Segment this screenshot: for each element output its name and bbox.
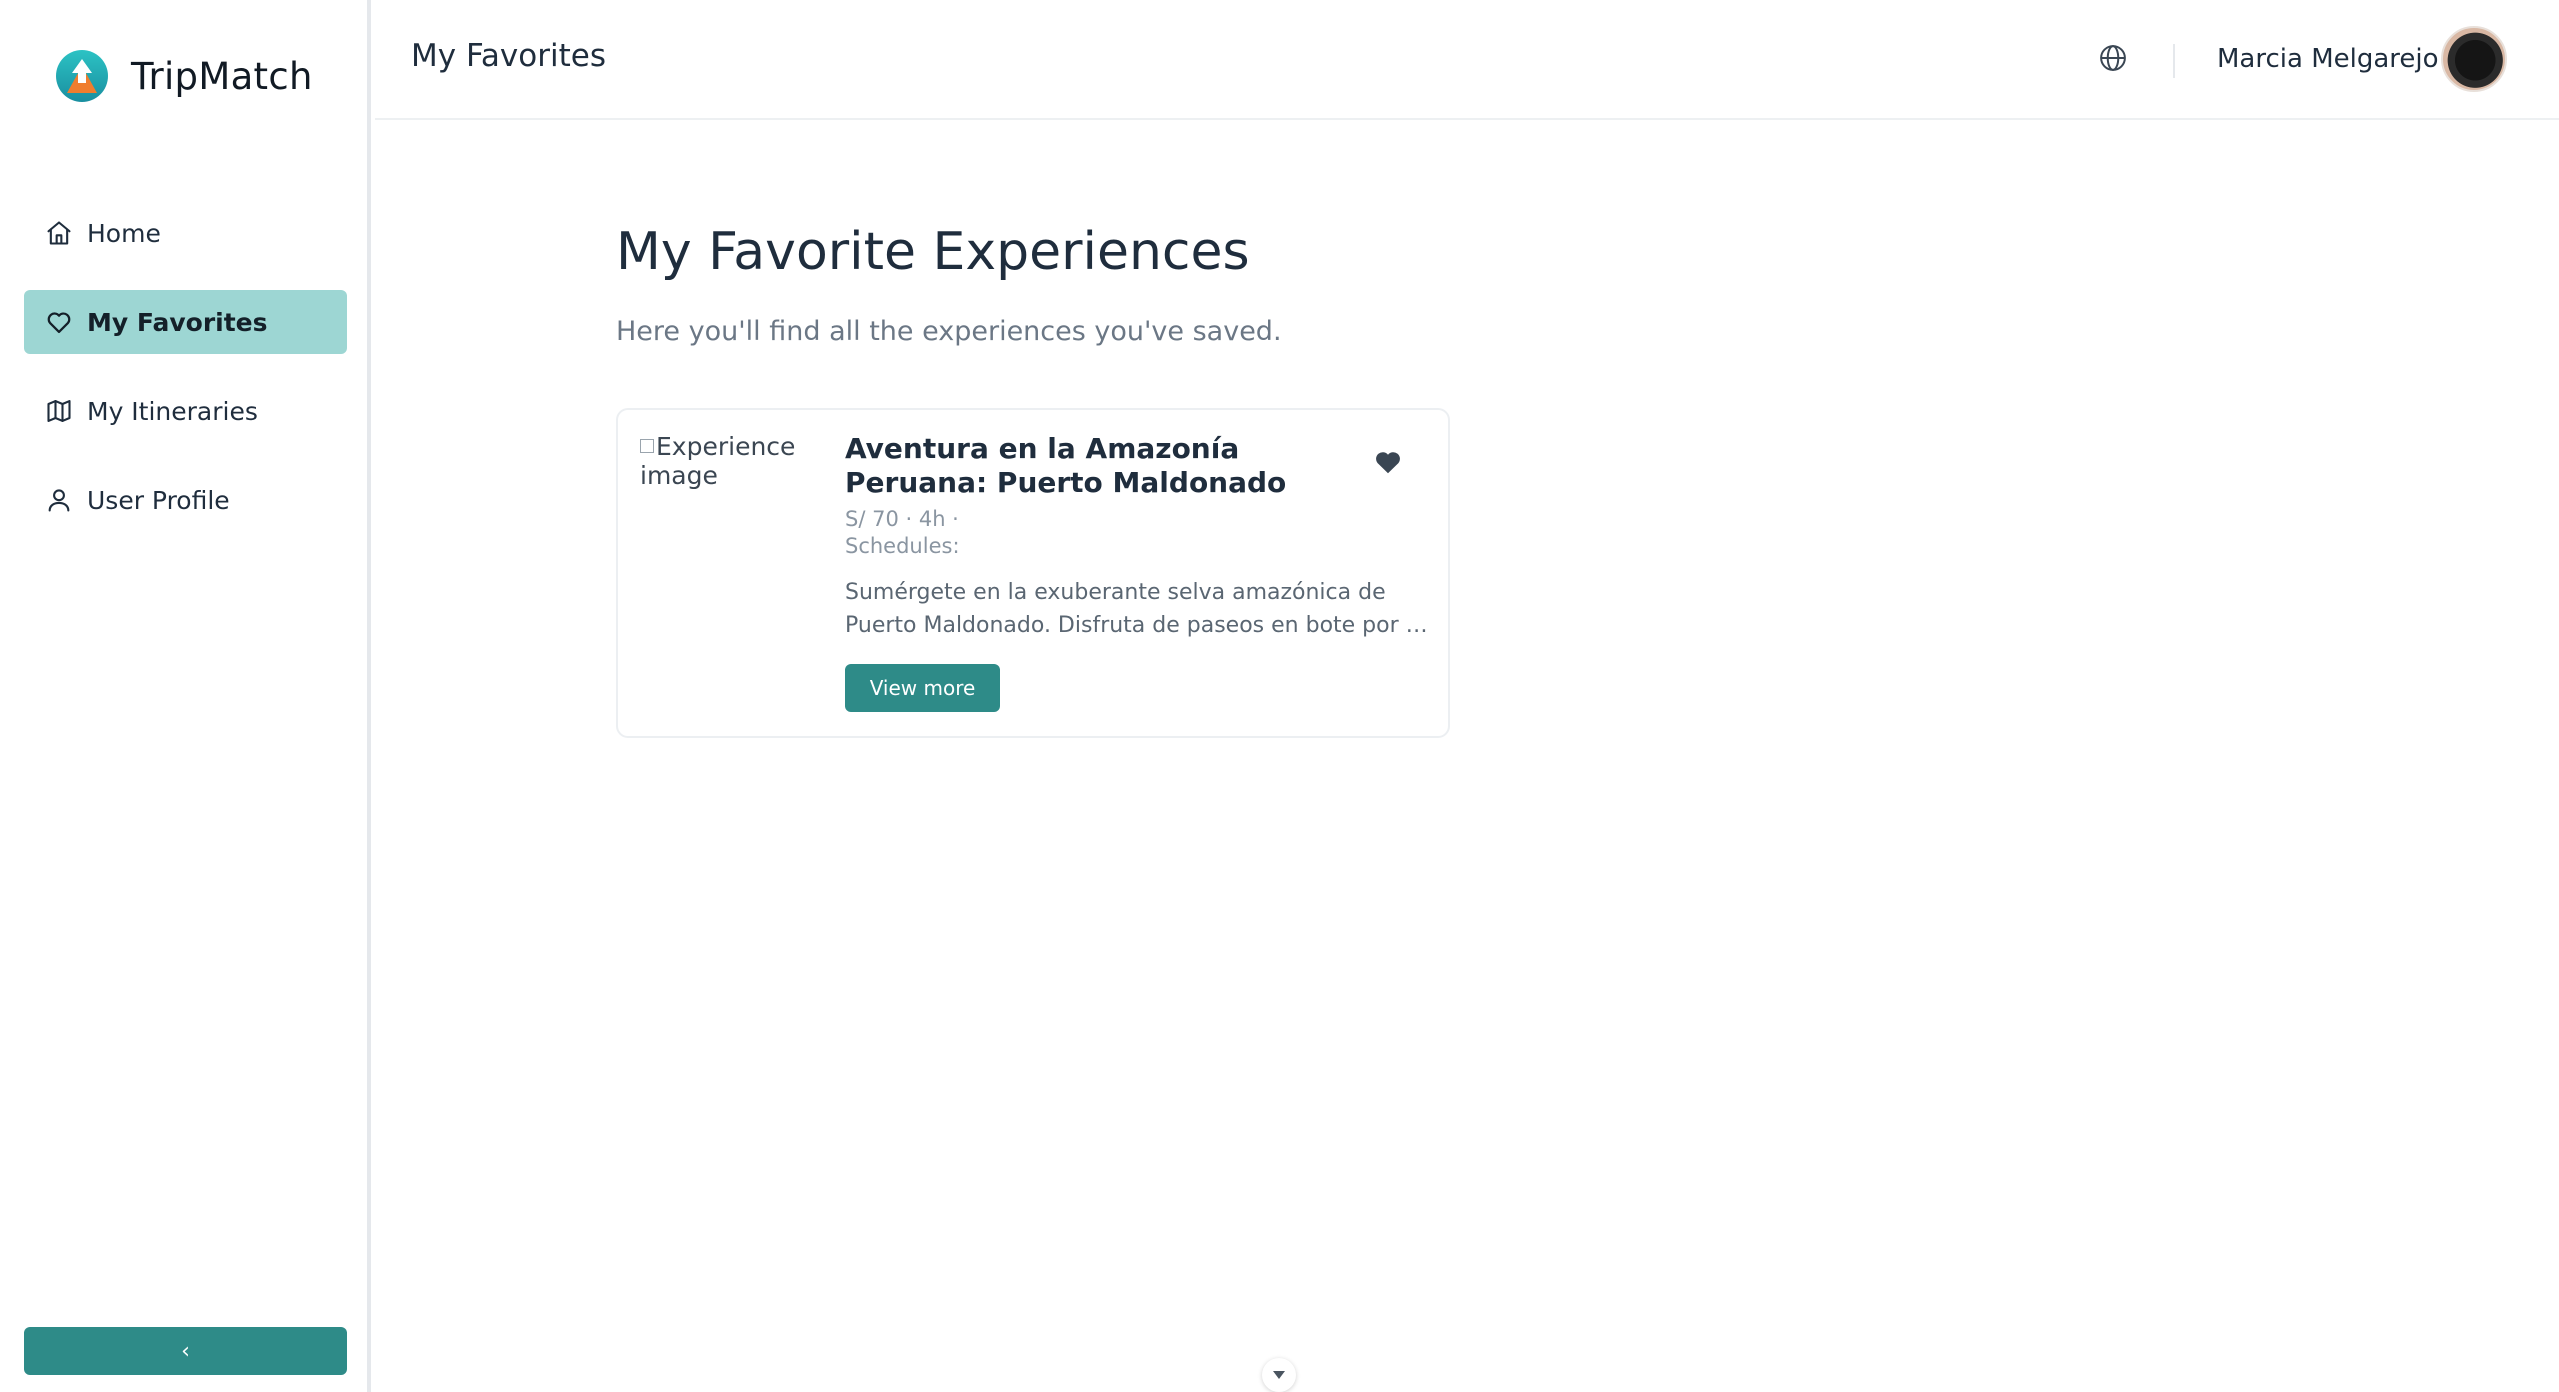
sidebar-item-label: Home (87, 218, 161, 248)
main-content: My Favorite Experiences Here you'll find… (375, 122, 2559, 1392)
experience-description: Sumérgete en la exuberante selva amazóni… (845, 576, 1435, 642)
sidebar-item-my-favorites[interactable]: My Favorites (24, 290, 347, 354)
experience-price-duration: S/ 70 · 4h · (845, 507, 959, 531)
heart-icon (47, 312, 71, 334)
description-line: Sumérgete en la exuberante selva amazóni… (845, 580, 1386, 605)
broken-image-icon (640, 439, 654, 453)
heart-filled-icon[interactable] (1373, 447, 1403, 477)
user-name[interactable]: Marcia Melgarejo (2217, 44, 2439, 74)
page-title: My Favorite Experiences (616, 222, 1250, 282)
globe-icon[interactable] (2098, 43, 2128, 73)
experience-meta: S/ 70 · 4h · Schedules: (845, 506, 960, 560)
sidebar-item-label: User Profile (87, 485, 230, 515)
sidebar-item-label: My Favorites (87, 307, 268, 337)
sidebar: TripMatch Home My Favorites My Itinerari… (0, 0, 371, 1392)
brand-name: TripMatch (131, 54, 313, 98)
avatar[interactable] (2441, 26, 2507, 92)
experience-card[interactable]: Experience image Aventura en la Amazonía… (616, 408, 1450, 738)
description-line: Puerto Maldonado. Disfruta de paseos en … (845, 613, 1435, 638)
chevron-down-icon (1273, 1371, 1285, 1379)
map-icon (47, 400, 71, 422)
scroll-down-button[interactable] (1262, 1358, 1296, 1392)
top-header: My Favorites Marcia Melgarejo (375, 0, 2559, 120)
tripmatch-logo-icon (56, 50, 108, 102)
page-header-title: My Favorites (411, 38, 606, 74)
home-icon (47, 221, 71, 245)
sidebar-nav: Home My Favorites My Itineraries User Pr… (24, 201, 347, 557)
experience-image-alt: Experience image (640, 432, 796, 490)
header-divider (2173, 44, 2175, 78)
sidebar-collapse-button[interactable]: ‹ (24, 1327, 347, 1375)
view-more-button[interactable]: View more (845, 664, 1000, 712)
sidebar-item-home[interactable]: Home (24, 201, 347, 265)
experience-schedules: Schedules: (845, 534, 960, 558)
user-icon (48, 489, 70, 512)
experience-title: Aventura en la Amazonía Peruana: Puerto … (845, 432, 1287, 499)
sidebar-item-label: My Itineraries (87, 396, 258, 426)
sidebar-item-my-itineraries[interactable]: My Itineraries (24, 379, 347, 443)
sidebar-item-user-profile[interactable]: User Profile (24, 468, 347, 532)
chevron-left-icon: ‹ (181, 1338, 190, 1364)
brand[interactable]: TripMatch (55, 48, 313, 104)
app-root: TripMatch Home My Favorites My Itinerari… (0, 0, 2559, 1392)
experience-image: Experience image (640, 432, 830, 512)
page-subtitle: Here you'll find all the experiences you… (616, 316, 1282, 347)
